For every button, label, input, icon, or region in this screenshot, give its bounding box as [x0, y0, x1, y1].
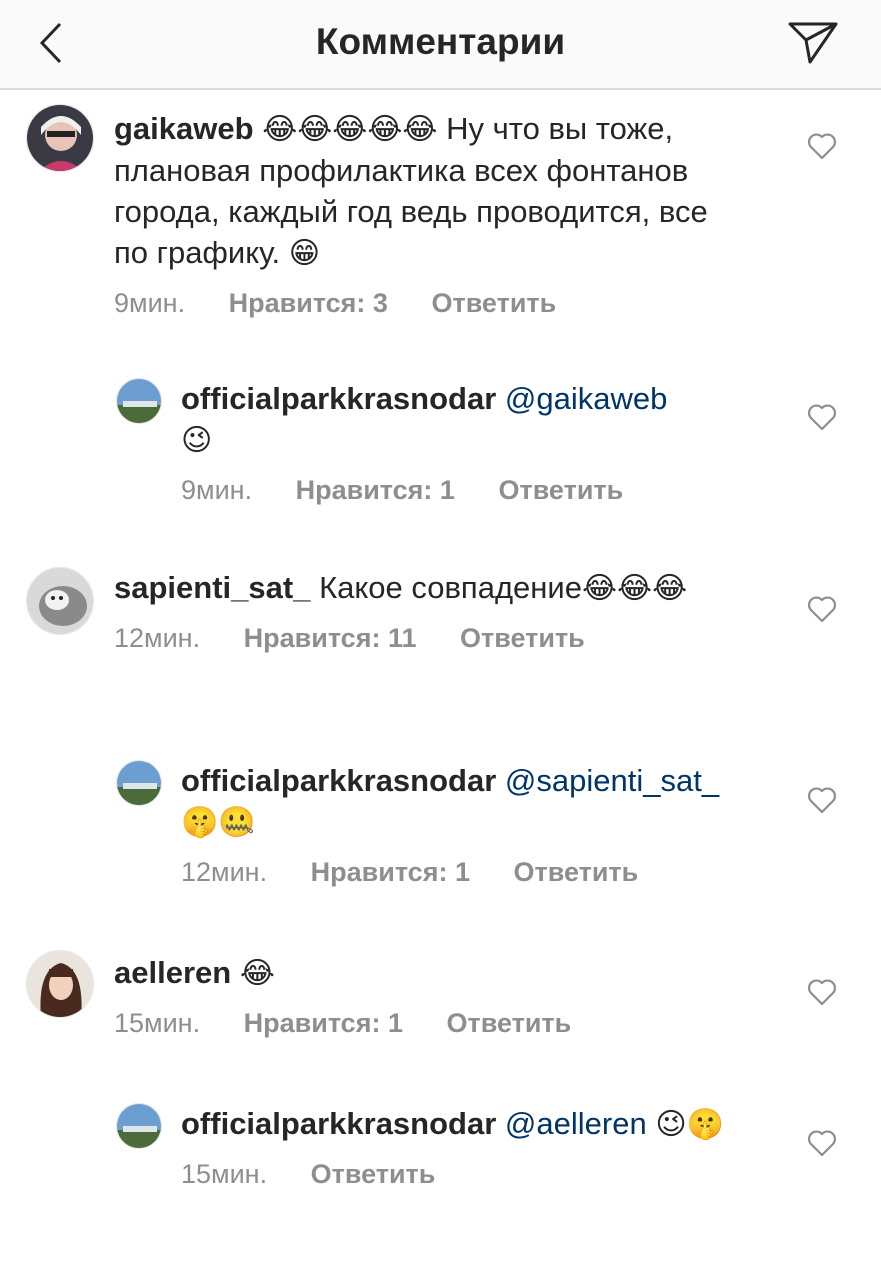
avatar-image [117, 761, 161, 805]
likes-count[interactable]: Нравится: 3 [229, 288, 388, 318]
comment-emoji: 🤫🤐 [181, 805, 256, 840]
comment-mention[interactable]: @aelleren [505, 1106, 647, 1141]
header-bar: Комментарии [0, 0, 881, 90]
heart-icon[interactable] [807, 786, 837, 814]
comment-username[interactable]: gaikaweb [114, 111, 254, 146]
comment-time: 9мин. [114, 288, 186, 318]
reply-button[interactable]: Ответить [513, 857, 638, 887]
comment-mention[interactable]: @gaikaweb [505, 381, 667, 416]
comment-username[interactable]: officialparkkrasnodar [181, 763, 496, 798]
likes-count[interactable]: Нравится: 11 [244, 623, 417, 653]
comment-emoji: 😂 [239, 956, 275, 991]
paper-plane-icon [788, 22, 838, 64]
comment-emoji: 😉 [181, 423, 213, 458]
comment-time: 12мин. [181, 857, 268, 887]
comment-mention[interactable]: @sapienti_sat_ [505, 763, 719, 798]
comment-text: aelleren 😂 [114, 952, 714, 994]
avatar[interactable] [116, 760, 162, 806]
heart-icon[interactable] [807, 132, 837, 160]
comment-username[interactable]: officialparkkrasnodar [181, 381, 496, 416]
comment-time: 9мин. [181, 475, 253, 505]
comment-username[interactable]: sapienti_sat_ [114, 570, 310, 605]
reply-button[interactable]: Ответить [311, 1159, 436, 1189]
likes-count[interactable]: Нравится: 1 [244, 1008, 403, 1038]
avatar[interactable] [26, 950, 94, 1018]
reply-button[interactable]: Ответить [446, 1008, 571, 1038]
heart-icon[interactable] [807, 403, 837, 431]
avatar[interactable] [26, 567, 94, 635]
avatar-image [27, 568, 93, 634]
comment-meta: 12мин. Нравится: 11 Ответить [114, 623, 714, 654]
heart-icon[interactable] [807, 1129, 837, 1157]
likes-count[interactable]: Нравится: 1 [296, 475, 455, 505]
avatar[interactable] [116, 1103, 162, 1149]
comment-time: 15мин. [114, 1008, 201, 1038]
comment-meta: 9мин. Нравится: 1 Ответить [181, 475, 781, 506]
avatar[interactable] [116, 378, 162, 424]
page-title: Комментарии [315, 21, 566, 62]
heart-icon[interactable] [807, 595, 837, 623]
comment-body: Какое совпадение [319, 570, 582, 605]
comment-text: sapienti_sat_ Какое совпадение😂😂😂 [114, 567, 714, 609]
comment-emoji: 😂😂😂😂😂 [262, 112, 438, 147]
comment-time: 15мин. [181, 1159, 268, 1189]
comment-text: officialparkkrasnodar @sapienti_sat_ 🤫🤐 [181, 760, 781, 843]
comment-meta: 15мин. Ответить [181, 1159, 781, 1190]
likes-count[interactable]: Нравится: 1 [311, 857, 470, 887]
comment-text: officialparkkrasnodar @gaikaweb 😉 [181, 378, 781, 461]
reply-button[interactable]: Ответить [498, 475, 623, 505]
avatar-image [117, 379, 161, 423]
avatar-image [27, 951, 93, 1017]
avatar-image [27, 105, 93, 171]
comment-username[interactable]: aelleren [114, 955, 231, 990]
reply-button[interactable]: Ответить [431, 288, 556, 318]
reply-button[interactable]: Ответить [460, 623, 585, 653]
comment-username[interactable]: officialparkkrasnodar [181, 1106, 496, 1141]
comment-meta: 12мин. Нравится: 1 Ответить [181, 857, 781, 888]
heart-icon[interactable] [807, 978, 837, 1006]
avatar[interactable] [26, 104, 94, 172]
comment-emoji: 😂😂😂 [581, 571, 688, 606]
avatar-image [117, 1104, 161, 1148]
comment-meta: 15мин. Нравится: 1 Ответить [114, 1008, 714, 1039]
share-button[interactable] [786, 18, 840, 68]
comment-text: officialparkkrasnodar @aelleren 😉🤫 [181, 1103, 781, 1145]
comment-text: gaikaweb 😂😂😂😂😂 Ну что вы тоже, плановая … [114, 108, 714, 274]
comment-meta: 9мин. Нравится: 3 Ответить [114, 288, 714, 319]
comment-emoji: 😉🤫 [655, 1107, 724, 1142]
comment-time: 12мин. [114, 623, 201, 653]
comment-emoji: 😁 [288, 236, 321, 271]
